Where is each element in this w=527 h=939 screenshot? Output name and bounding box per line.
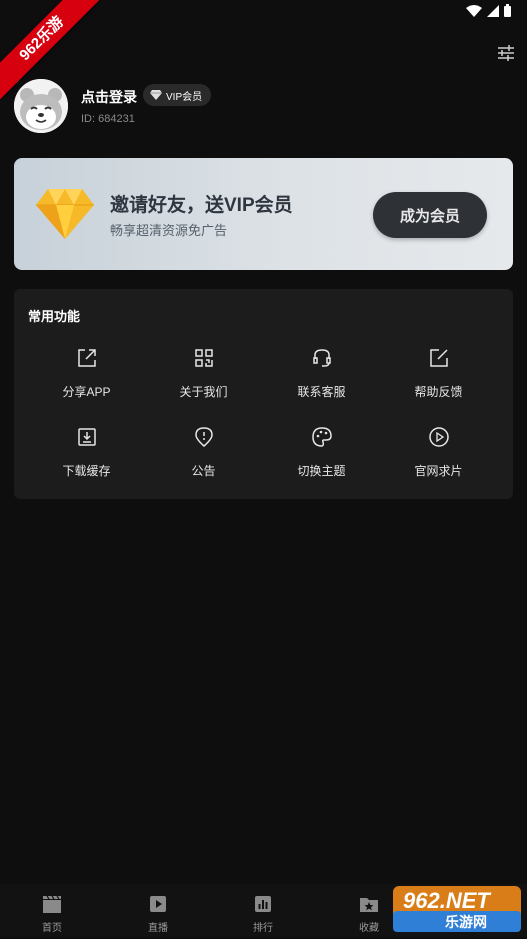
play-circle-icon	[428, 427, 449, 447]
svg-text:962.NET: 962.NET	[403, 888, 491, 913]
about-us-label: 关于我们	[179, 385, 228, 399]
share-app-label: 分享APP	[62, 385, 111, 399]
svg-text:乐游网: 乐游网	[445, 914, 487, 931]
notice-icon	[194, 427, 213, 447]
vip-banner[interactable]: 邀请好友，送VIP会员 畅享超清资源免广告 成为会员	[14, 158, 513, 270]
download-icon	[77, 428, 96, 446]
settings-sliders-icon[interactable]	[495, 42, 517, 64]
login-link[interactable]: 点击登录	[81, 87, 137, 107]
share-icon	[77, 349, 96, 367]
nav-live[interactable]: 直播	[128, 894, 188, 934]
diamond-icon	[150, 90, 162, 100]
nav-live-label: 直播	[148, 923, 168, 934]
vip-badge[interactable]: VIP会员	[143, 84, 212, 106]
avatar[interactable]	[14, 79, 68, 133]
headset-icon	[312, 349, 331, 367]
common-functions-card: 常用功能 分享APP 关于我们 联系客服 帮助反馈 下载缓存 公告 切换主题 官…	[14, 289, 513, 499]
card-title: 常用功能	[28, 309, 81, 324]
help-feedback-label: 帮助反馈	[414, 385, 463, 399]
share-app-item[interactable]: 分享APP	[28, 347, 145, 400]
switch-theme-label: 切换主题	[297, 464, 346, 478]
logo-graphic: 962.NET 乐游网	[393, 886, 521, 932]
vip-badge-label: VIP会员	[166, 91, 203, 103]
signal-icon	[487, 4, 499, 17]
banner-title: 邀请好友，送VIP会员	[110, 195, 293, 216]
play-box-icon	[150, 896, 166, 912]
download-cache-label: 下载缓存	[62, 464, 111, 478]
watermark-logo: 962.NET 乐游网	[393, 884, 521, 934]
request-movie-item[interactable]: 官网求片	[380, 426, 497, 479]
nav-favorites-label: 收藏	[359, 923, 379, 934]
nav-home[interactable]: 首页	[22, 894, 82, 934]
contact-service-item[interactable]: 联系客服	[263, 347, 380, 400]
wifi-icon	[466, 4, 482, 17]
nav-ranking-label: 排行	[253, 923, 273, 934]
contact-service-label: 联系客服	[297, 385, 346, 399]
nav-ranking[interactable]: 排行	[233, 894, 293, 934]
switch-theme-item[interactable]: 切换主题	[263, 426, 380, 479]
qrcode-icon	[194, 349, 213, 367]
request-movie-label: 官网求片	[414, 464, 463, 478]
bear-face-icon	[14, 79, 68, 133]
bar-chart-icon	[255, 896, 271, 912]
download-cache-item[interactable]: 下载缓存	[28, 426, 145, 479]
nav-home-label: 首页	[42, 923, 62, 934]
notice-label: 公告	[191, 464, 216, 478]
edit-icon	[429, 349, 448, 367]
user-id: ID: 684231	[81, 113, 135, 125]
about-us-item[interactable]: 关于我们	[145, 347, 262, 400]
help-feedback-item[interactable]: 帮助反馈	[380, 347, 497, 400]
folder-star-icon	[360, 898, 378, 912]
palette-icon	[311, 427, 332, 447]
clapper-icon	[43, 895, 61, 913]
become-member-button[interactable]: 成为会员	[373, 192, 487, 238]
nav-favorites[interactable]: 收藏	[339, 894, 399, 934]
battery-icon	[504, 4, 511, 17]
notice-item[interactable]: 公告	[145, 426, 262, 479]
status-bar	[466, 4, 511, 17]
banner-subtitle: 畅享超清资源免广告	[110, 223, 228, 238]
gem-icon	[36, 189, 94, 239]
